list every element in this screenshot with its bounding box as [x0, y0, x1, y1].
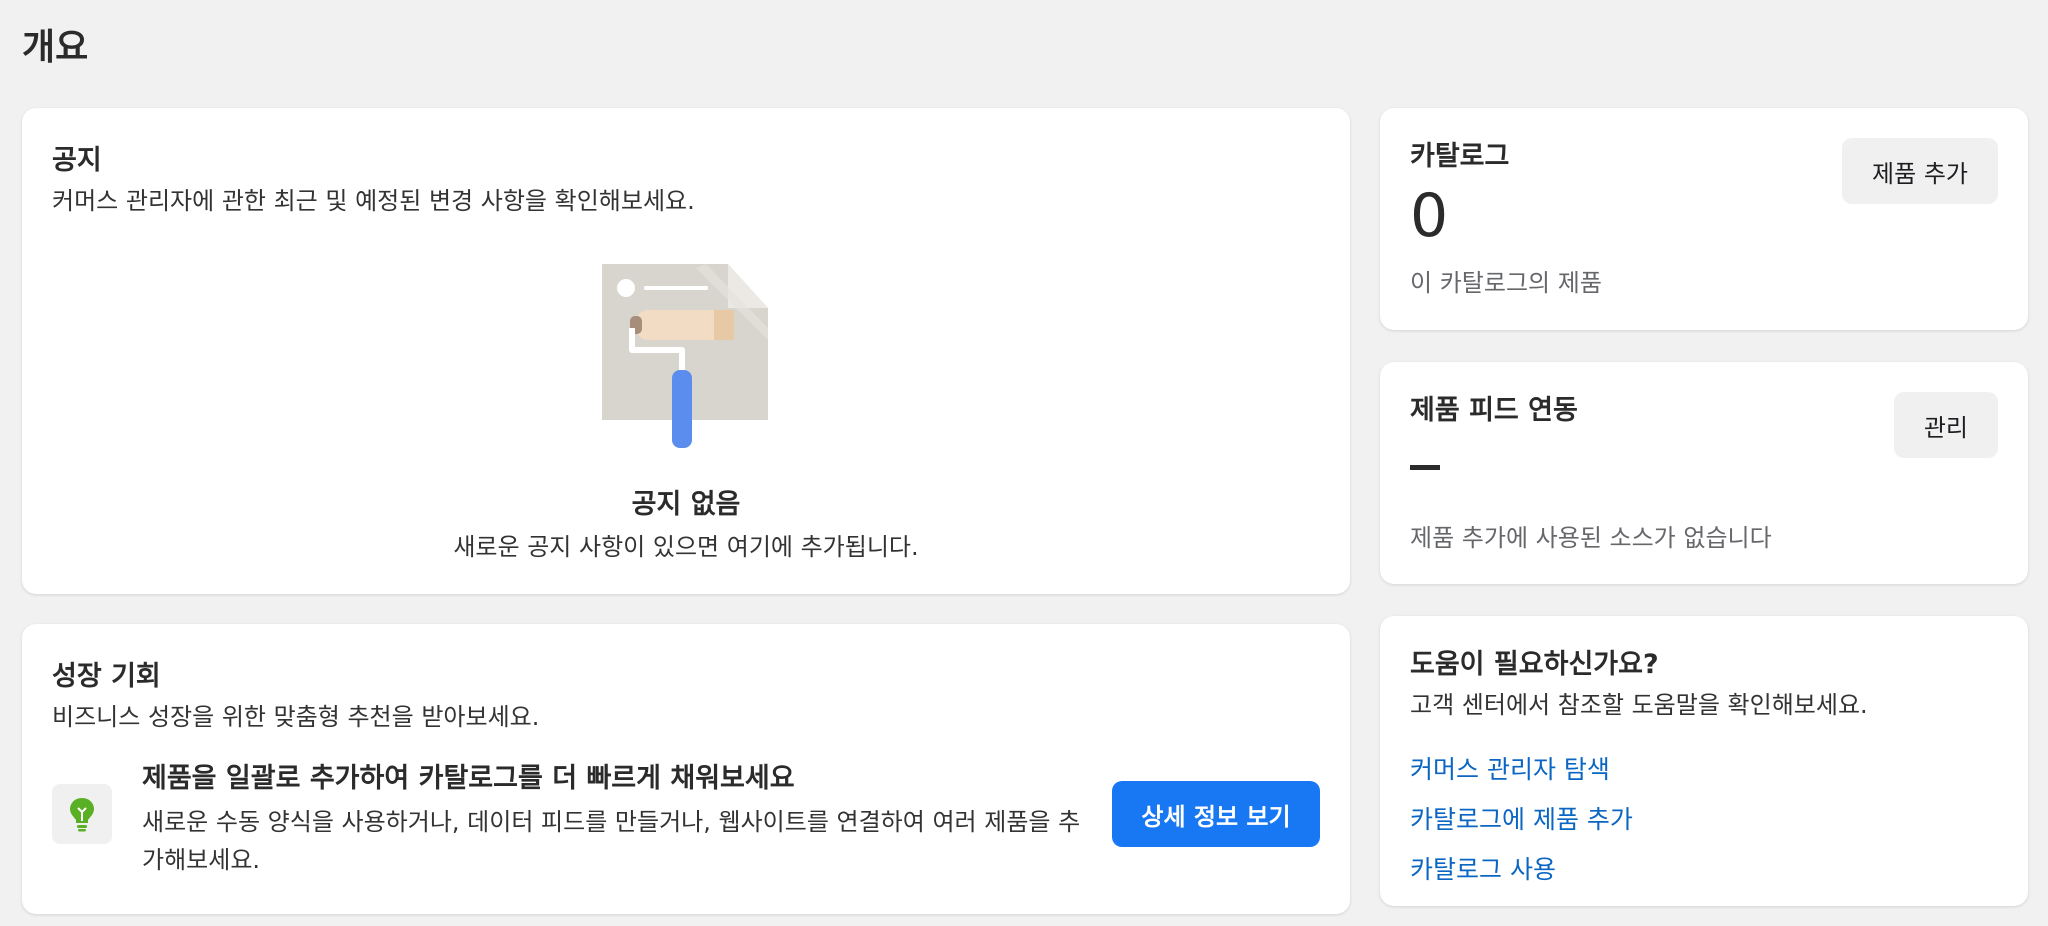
growth-opportunities-card: 성장 기회 비즈니스 성장을 위한 맞춤형 추천을 받아보세요. 제품을 일괄로… — [22, 624, 1350, 914]
lightbulb-icon — [52, 784, 112, 844]
notices-title: 공지 — [52, 145, 102, 176]
notices-subtitle: 커머스 관리자에 관한 최근 및 예정된 변경 사항을 확인해보세요. — [52, 187, 695, 215]
opportunity-title: 제품을 일괄로 추가하여 카탈로그를 더 빠르게 채워보세요 — [142, 763, 795, 794]
opportunity-text: 제품을 일괄로 추가하여 카탈로그를 더 빠르게 채워보세요 새로운 수동 양식… — [142, 756, 1102, 879]
notices-empty-subtitle: 새로운 공지 사항이 있으면 여기에 추가됩니다. — [453, 533, 919, 561]
feed-empty-value-dash — [1410, 465, 1440, 470]
help-title: 도움이 필요하신가요? — [1410, 649, 1659, 680]
manage-button[interactable]: 관리 — [1893, 392, 1998, 458]
help-link-add-products-to-catalog[interactable]: 카탈로그에 제품 추가 — [1410, 800, 1998, 836]
notices-empty-title: 공지 없음 — [631, 489, 741, 520]
catalog-caption: 이 카탈로그의 제품 — [1410, 269, 1602, 297]
help-link-use-catalog[interactable]: 카탈로그 사용 — [1410, 850, 1998, 886]
notices-empty-state: 공지 없음 새로운 공지 사항이 있으면 여기에 추가됩니다. — [22, 258, 1350, 562]
help-links: 커머스 관리자 탐색 카탈로그에 제품 추가 카탈로그 사용 — [1410, 750, 1998, 886]
product-feed-card: 제품 피드 연동 제품 추가에 사용된 소스가 없습니다 관리 — [1380, 362, 2028, 584]
catalog-card: 카탈로그 0 이 카탈로그의 제품 제품 추가 — [1380, 108, 2028, 330]
help-link-explore-commerce-manager[interactable]: 커머스 관리자 탐색 — [1410, 750, 1998, 786]
help-card: 도움이 필요하신가요? 고객 센터에서 참조할 도움말을 확인해보세요. 커머스… — [1380, 616, 2028, 906]
help-subtitle: 고객 센터에서 참조할 도움말을 확인해보세요. — [1410, 691, 1868, 719]
growth-subtitle: 비즈니스 성장을 위한 맞춤형 추천을 받아보세요. — [52, 703, 540, 731]
feed-caption: 제품 추가에 사용된 소스가 없습니다 — [1410, 524, 1772, 552]
see-details-button[interactable]: 상세 정보 보기 — [1112, 781, 1320, 847]
page-title: 개요 — [22, 27, 89, 68]
paint-roller-icon — [602, 264, 768, 448]
notices-card: 공지 커머스 관리자에 관한 최근 및 예정된 변경 사항을 확인해보세요. 공… — [22, 108, 1350, 594]
opportunity-item: 제품을 일괄로 추가하여 카탈로그를 더 빠르게 채워보세요 새로운 수동 양식… — [52, 756, 1320, 874]
add-product-button[interactable]: 제품 추가 — [1842, 138, 1998, 204]
opportunity-description: 새로운 수동 양식을 사용하거나, 데이터 피드를 만들거나, 웹사이트를 연결… — [142, 808, 1081, 874]
growth-title: 성장 기회 — [52, 661, 161, 692]
